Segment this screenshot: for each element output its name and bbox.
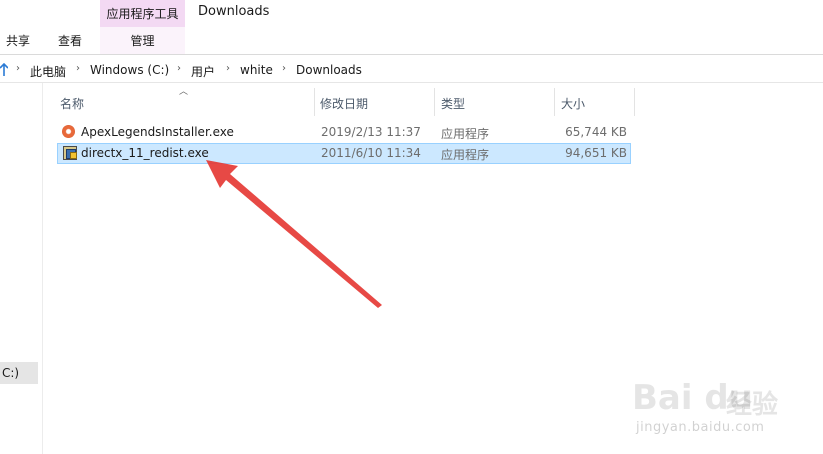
chevron-right-icon[interactable]: ›: [76, 63, 80, 74]
tab-view[interactable]: 查看: [58, 32, 82, 50]
breadcrumb-white[interactable]: white: [240, 63, 273, 77]
breadcrumb-downloads[interactable]: Downloads: [296, 63, 362, 77]
column-header-name[interactable]: 名称: [60, 95, 84, 112]
column-divider[interactable]: [434, 88, 435, 116]
directx-installer-icon: [63, 146, 77, 160]
file-date: 2019/2/13 11:37: [321, 125, 421, 139]
tab-manage[interactable]: 管理: [100, 32, 185, 49]
file-date: 2011/6/10 11:34: [321, 146, 421, 160]
file-row-selected[interactable]: directx_11_redist.exe 2011/6/10 11:34 应用…: [57, 143, 631, 164]
breadcrumb-this-pc[interactable]: 此电脑: [30, 63, 66, 80]
navigation-pane[interactable]: [0, 83, 43, 454]
file-size: 94,651 KB: [565, 146, 627, 160]
chevron-right-icon[interactable]: ›: [16, 63, 20, 74]
contextual-group-label: 应用程序工具: [106, 7, 179, 21]
file-type: 应用程序: [441, 148, 490, 162]
watermark-url: jingyan.baidu.com: [636, 420, 765, 435]
chevron-right-icon[interactable]: ›: [177, 63, 181, 74]
column-divider[interactable]: [554, 88, 555, 116]
file-row[interactable]: ApexLegendsInstaller.exe 2019/2/13 11:37…: [57, 122, 631, 143]
chevron-right-icon[interactable]: ›: [282, 63, 286, 74]
sort-ascending-icon: ︿: [179, 87, 189, 97]
nav-item-label: C:): [2, 366, 20, 380]
column-header-size[interactable]: 大小: [561, 95, 585, 112]
window-title: Downloads: [198, 4, 270, 19]
up-arrow-icon[interactable]: [0, 63, 8, 77]
file-type: 应用程序: [441, 127, 490, 141]
column-divider[interactable]: [314, 88, 315, 116]
column-header-type[interactable]: 类型: [441, 95, 465, 112]
column-header-date[interactable]: 修改日期: [320, 95, 368, 112]
watermark-text: 经验: [726, 390, 779, 420]
file-name[interactable]: directx_11_redist.exe: [81, 146, 209, 160]
column-divider[interactable]: [634, 88, 635, 116]
breadcrumb-windows-c[interactable]: Windows (C:): [90, 63, 169, 77]
file-size: 65,744 KB: [565, 125, 627, 139]
apex-icon: [62, 125, 75, 138]
tab-share[interactable]: 共享: [6, 32, 30, 50]
breadcrumb-users[interactable]: 用户: [191, 63, 215, 80]
file-name[interactable]: ApexLegendsInstaller.exe: [81, 125, 234, 139]
chevron-right-icon[interactable]: ›: [226, 63, 230, 74]
